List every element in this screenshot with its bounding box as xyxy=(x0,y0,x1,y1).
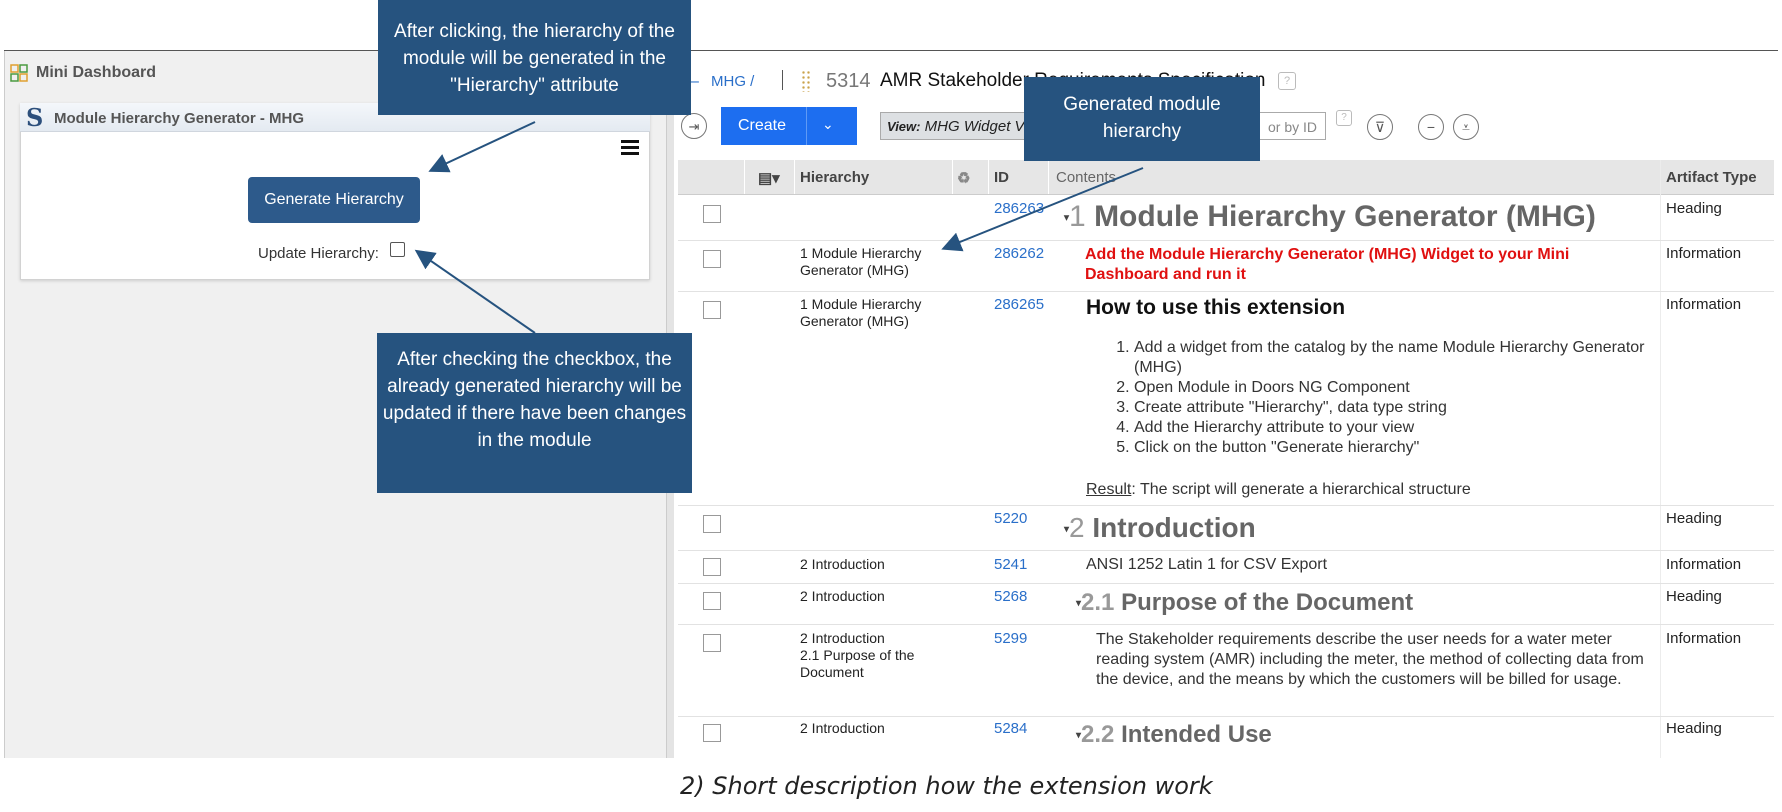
arrow-to-hierarchy xyxy=(941,167,1144,252)
annotation-arrows xyxy=(414,121,1144,334)
arrow-to-generate-button xyxy=(428,121,536,173)
arrow-to-checkbox xyxy=(414,249,536,334)
figure-caption: 2) Short description how the extension w… xyxy=(680,772,1213,800)
